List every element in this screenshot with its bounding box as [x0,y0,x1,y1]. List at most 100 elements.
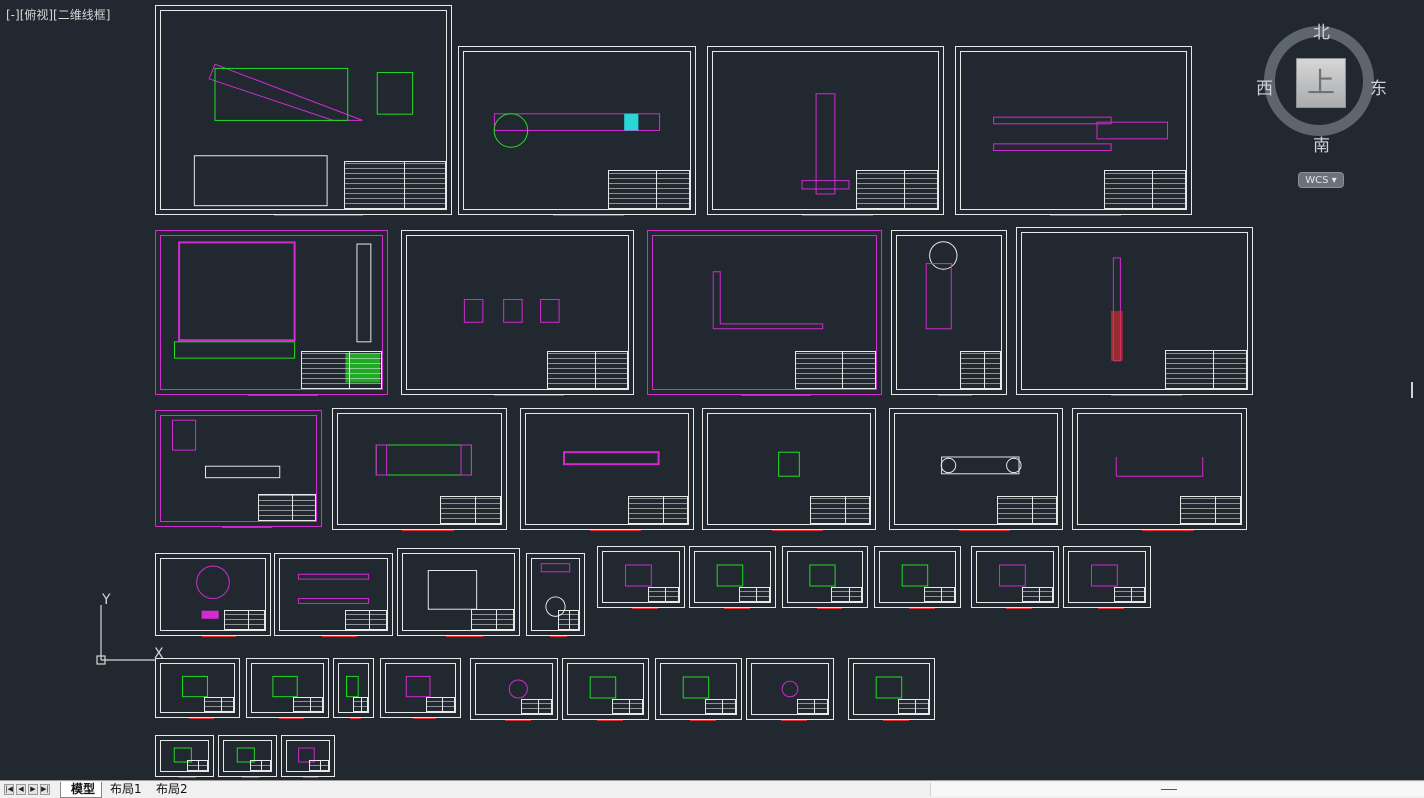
drawing-sheet[interactable] [246,658,329,719]
drawing-sheet[interactable] [874,546,961,609]
sheet-red-line [690,720,716,721]
title-block [898,698,929,714]
sheet-red-line [178,777,196,778]
title-block [831,586,862,602]
title-block [470,609,514,630]
compass-west[interactable]: 西 [1256,74,1273,99]
tab-layout2[interactable]: 布局2 [146,782,194,798]
drawing-sheet[interactable] [702,408,876,531]
title-block [1104,170,1186,209]
drawing-sheet[interactable] [218,735,277,778]
drawing-sheet[interactable] [274,553,393,637]
sheet-red-line [1142,530,1195,531]
drawing-sheet[interactable] [155,5,452,216]
ucs-x-label: X [154,646,164,662]
drawing-sheet[interactable] [562,658,649,721]
ucs-icon: Y X [96,592,164,665]
sheet-red-line [589,530,642,531]
drawing-sheet[interactable] [155,735,214,778]
sheet-red-line [321,636,357,637]
tab-model[interactable]: 模型 [60,782,103,798]
sheet-red-line [222,527,272,528]
drawing-sheet[interactable] [707,46,944,216]
next-tab-button[interactable]: ▶ [28,784,38,795]
drawing-sheet[interactable] [746,658,834,721]
prev-tab-button[interactable]: ◀ [16,784,26,795]
title-block [343,161,446,209]
first-tab-button[interactable]: |◀ [4,784,14,795]
last-tab-button[interactable]: ▶| [40,784,50,795]
vertical-scroll-marker[interactable] [1411,382,1413,398]
drawing-sheet[interactable] [655,658,742,721]
title-block [547,351,628,389]
compass-north[interactable]: 北 [1313,18,1330,43]
drawing-viewport[interactable]: [-][俯视][二维线框] 上 北 南 东 西 WCS ▾ Y X [0,0,1424,780]
cube-top-face[interactable]: 上 [1296,58,1346,108]
drawing-sheet[interactable] [647,230,882,396]
drawing-sheet[interactable] [520,408,694,531]
drawing-sheet[interactable] [782,546,868,609]
tab-layout1[interactable]: 布局1 [100,782,148,798]
drawing-sheet[interactable] [848,658,935,721]
sheet-red-line [201,636,236,637]
layout-tab-bar: |◀ ◀ ▶ ▶| 模型 布局1 布局2 [0,780,1424,798]
sheet-red-line [349,718,362,719]
sheet-red-line [302,777,319,778]
drawing-sheet[interactable] [597,546,685,609]
drawing-sheet[interactable] [380,658,461,719]
wcs-menu-button[interactable]: WCS ▾ [1298,172,1344,188]
drawing-sheet[interactable] [891,230,1007,396]
sheet-red-line [412,718,437,719]
sheet-red-line [274,215,363,216]
title-block [607,170,690,209]
drawing-sheet[interactable] [333,658,374,719]
drawing-sheet[interactable] [458,46,696,216]
sheet-red-line [446,636,483,637]
sheet-red-line [248,395,318,396]
drawing-sheet[interactable] [401,230,634,396]
sheet-red-line [802,215,873,216]
drawing-sheet[interactable] [397,548,520,637]
drawing-sheet[interactable] [955,46,1192,216]
drawing-sheet[interactable] [1072,408,1247,531]
title-block [203,697,234,712]
title-block [426,697,455,712]
drawing-sheet[interactable] [332,408,507,531]
sheet-red-line [741,395,812,396]
title-block [996,495,1057,524]
view-controls-label[interactable]: [-][俯视][二维线框] [6,6,110,23]
title-block [612,698,643,714]
sheet-red-line [402,530,455,531]
compass-south[interactable]: 南 [1313,131,1330,156]
title-block [739,586,770,602]
horizontal-scrollbar[interactable] [930,783,1424,796]
title-block [309,760,329,771]
sheet-red-line [505,720,532,721]
drawing-sheet[interactable] [526,553,585,637]
drawing-sheet[interactable] [1016,227,1253,396]
view-cube[interactable]: 上 北 南 东 西 WCS ▾ [1256,18,1388,193]
drawing-sheet[interactable] [281,735,335,778]
drawing-sheet[interactable] [689,546,776,609]
drawing-sheet[interactable] [155,230,388,396]
title-block [1021,586,1053,602]
drawing-sheet[interactable] [155,410,322,528]
title-block [345,610,387,630]
sheet-red-line [937,395,972,396]
sheet-red-line [279,718,304,719]
sheet-red-line [494,395,564,396]
sheet-red-line [549,636,567,637]
sheet-red-line [816,608,842,609]
drawing-sheet[interactable] [470,658,558,721]
title-block [249,760,271,771]
drawing-sheet[interactable] [971,546,1059,609]
compass-east[interactable]: 东 [1370,74,1387,99]
title-block [557,610,579,630]
title-block [224,610,265,630]
title-block [809,495,870,524]
sheet-red-line [632,608,659,609]
title-block [627,495,688,524]
drawing-sheet[interactable] [1063,546,1151,609]
drawing-sheet[interactable] [889,408,1063,531]
scroll-thumb[interactable] [1161,789,1177,790]
